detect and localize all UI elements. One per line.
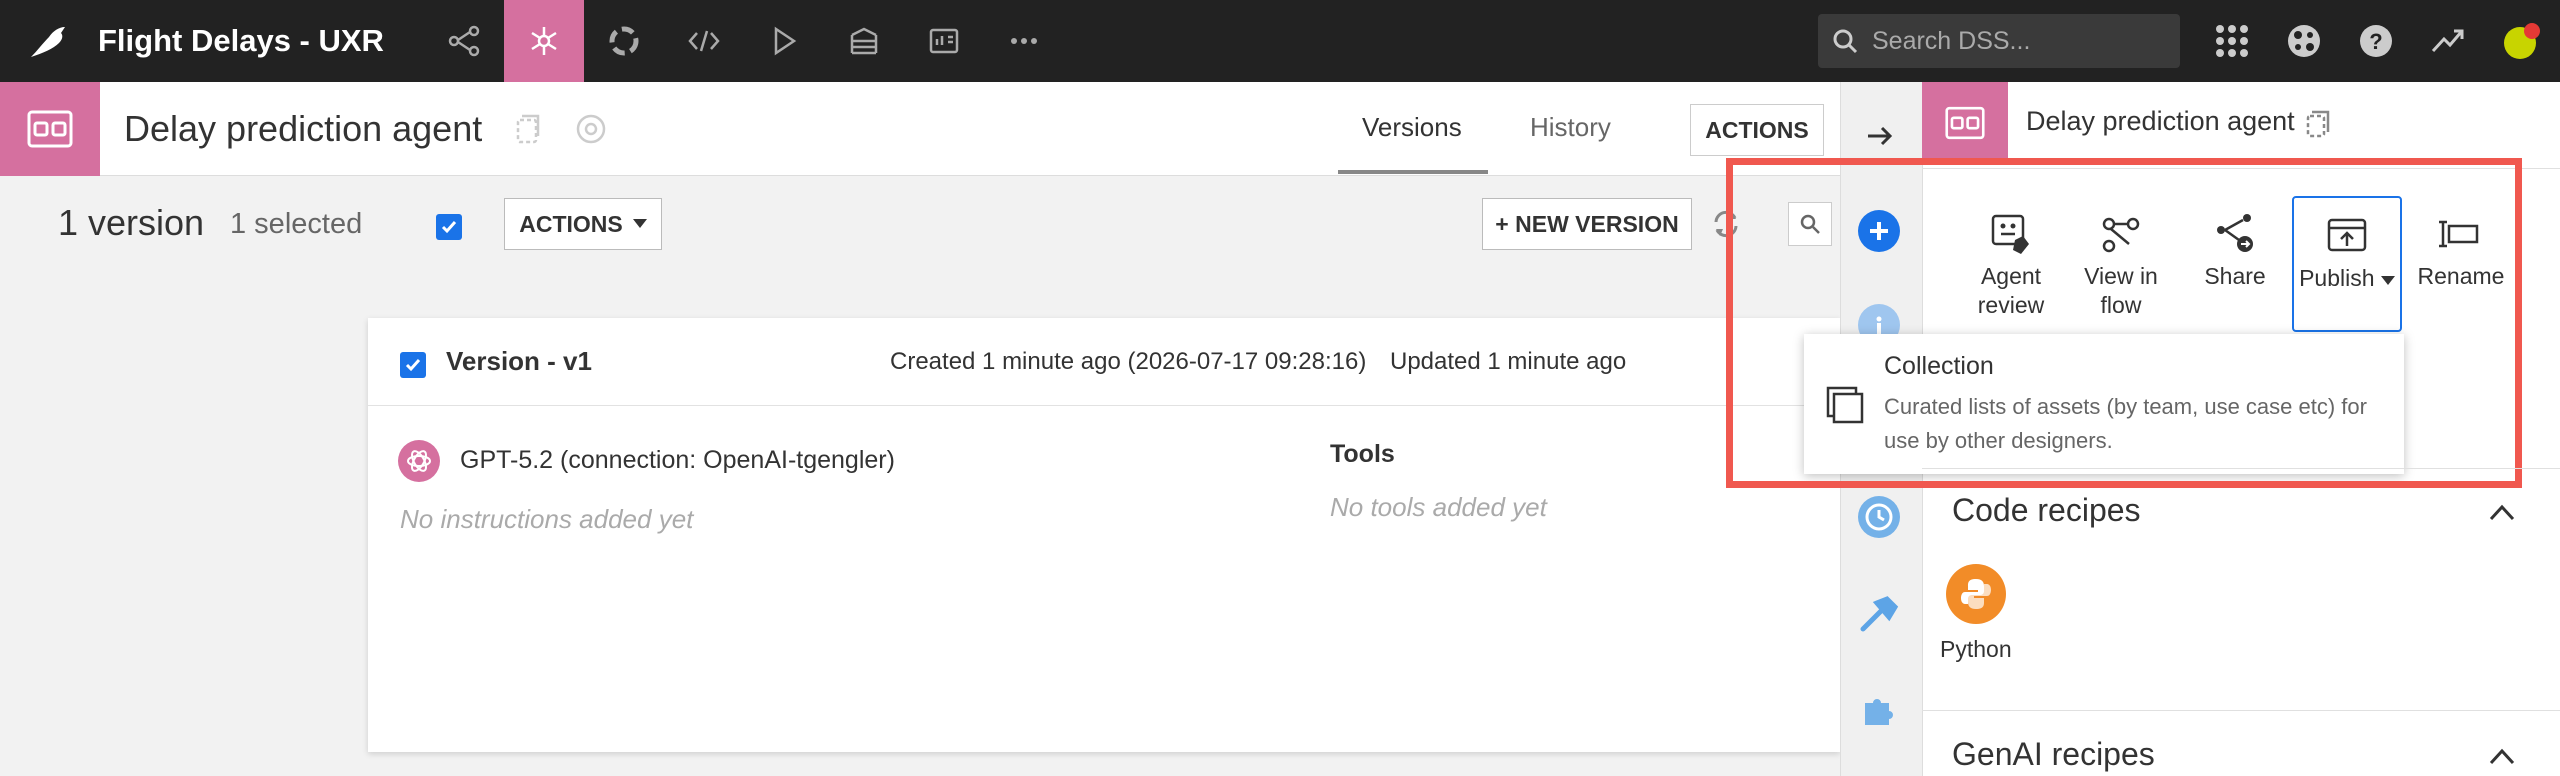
dataiku-bird-logo-icon[interactable] — [0, 0, 98, 82]
puzzle-plugins-icon[interactable] — [2282, 19, 2326, 63]
object-header: Delay prediction agent Versions History … — [0, 82, 1840, 176]
python-recipe-label[interactable]: Python — [1940, 636, 2012, 663]
tools-heading: Tools — [1330, 440, 1395, 468]
bulk-actions-label: ACTIONS — [519, 210, 623, 237]
tab-versions[interactable]: Versions — [1362, 112, 1462, 143]
project-title[interactable]: Flight Delays - UXR — [98, 23, 384, 59]
new-version-button[interactable]: + NEW VERSION — [1482, 198, 1692, 250]
divider — [1922, 710, 2560, 711]
chevron-up-icon[interactable] — [2488, 502, 2516, 522]
bulk-actions-button[interactable]: ACTIONS — [504, 198, 662, 250]
version-created: Created 1 minute ago (2026-07-17 09:28:1… — [890, 348, 1367, 375]
version-count: 1 version — [58, 202, 205, 243]
trending-icon[interactable] — [2426, 19, 2470, 63]
agent-object-icon — [1922, 82, 2008, 164]
clock-icon[interactable] — [1858, 496, 1900, 538]
active-tab-indicator — [1338, 170, 1488, 174]
global-search[interactable] — [1818, 14, 2180, 68]
version-checkbox[interactable] — [400, 352, 426, 378]
code-icon[interactable] — [664, 0, 744, 82]
copy-icon[interactable] — [510, 112, 544, 146]
section-code-recipes[interactable]: Code recipes — [1952, 492, 2141, 529]
selected-count: 1 selected — [230, 208, 363, 240]
divider — [1922, 468, 2560, 469]
copy-icon[interactable] — [2302, 108, 2332, 140]
version-card-header: Version - v1 Created 1 minute ago (2026-… — [368, 318, 1840, 406]
select-all-checkbox[interactable] — [436, 214, 462, 240]
agent-object-icon — [0, 82, 100, 176]
lab-icon[interactable] — [584, 0, 664, 82]
highlight-annotation — [1726, 158, 2522, 488]
help-icon[interactable]: ? — [2354, 19, 2398, 63]
deploy-icon[interactable] — [824, 0, 904, 82]
caret-down-icon — [632, 219, 647, 228]
search-input[interactable] — [1872, 26, 2152, 56]
user-avatar[interactable] — [2500, 19, 2544, 63]
arrow-right-icon[interactable] — [1862, 118, 1898, 154]
check-icon — [405, 359, 421, 372]
more-icon[interactable] — [984, 0, 1064, 82]
highlight-annotation-top — [1922, 158, 2014, 165]
top-navigation-bar: Flight Delays - UXR ? — [0, 0, 2560, 82]
python-recipe-icon[interactable] — [1946, 564, 2006, 624]
run-icon[interactable] — [744, 0, 824, 82]
tag-icon[interactable] — [574, 112, 608, 146]
version-card: Version - v1 Created 1 minute ago (2026-… — [368, 318, 1840, 752]
section-genai-recipes[interactable]: GenAI recipes — [1952, 736, 2155, 773]
apps-grid-icon[interactable] — [2210, 19, 2254, 63]
hammer-icon[interactable] — [1858, 594, 1900, 636]
header-actions-button[interactable]: ACTIONS — [1690, 104, 1824, 156]
agent-icon[interactable] — [503, 0, 584, 82]
openai-icon — [398, 440, 440, 482]
chevron-up-icon[interactable] — [2488, 746, 2516, 766]
search-icon — [1833, 29, 1858, 54]
version-updated: Updated 1 minute ago — [1390, 348, 1627, 375]
flow-icon[interactable] — [424, 0, 504, 82]
right-panel-title: Delay prediction agent — [2026, 106, 2295, 136]
version-title[interactable]: Version - v1 — [446, 346, 592, 377]
dashboard-icon[interactable] — [904, 0, 984, 82]
no-instructions-text: No instructions added yet — [400, 504, 694, 534]
no-tools-text: No tools added yet — [1330, 492, 1547, 522]
plugin-puzzle-icon[interactable] — [1858, 688, 1900, 730]
svg-text:?: ? — [2369, 29, 2382, 54]
object-title[interactable]: Delay prediction agent — [124, 108, 482, 150]
tab-history[interactable]: History — [1530, 112, 1611, 143]
model-connection: GPT-5.2 (connection: OpenAI-tgengler) — [460, 446, 895, 474]
check-icon — [441, 221, 457, 234]
